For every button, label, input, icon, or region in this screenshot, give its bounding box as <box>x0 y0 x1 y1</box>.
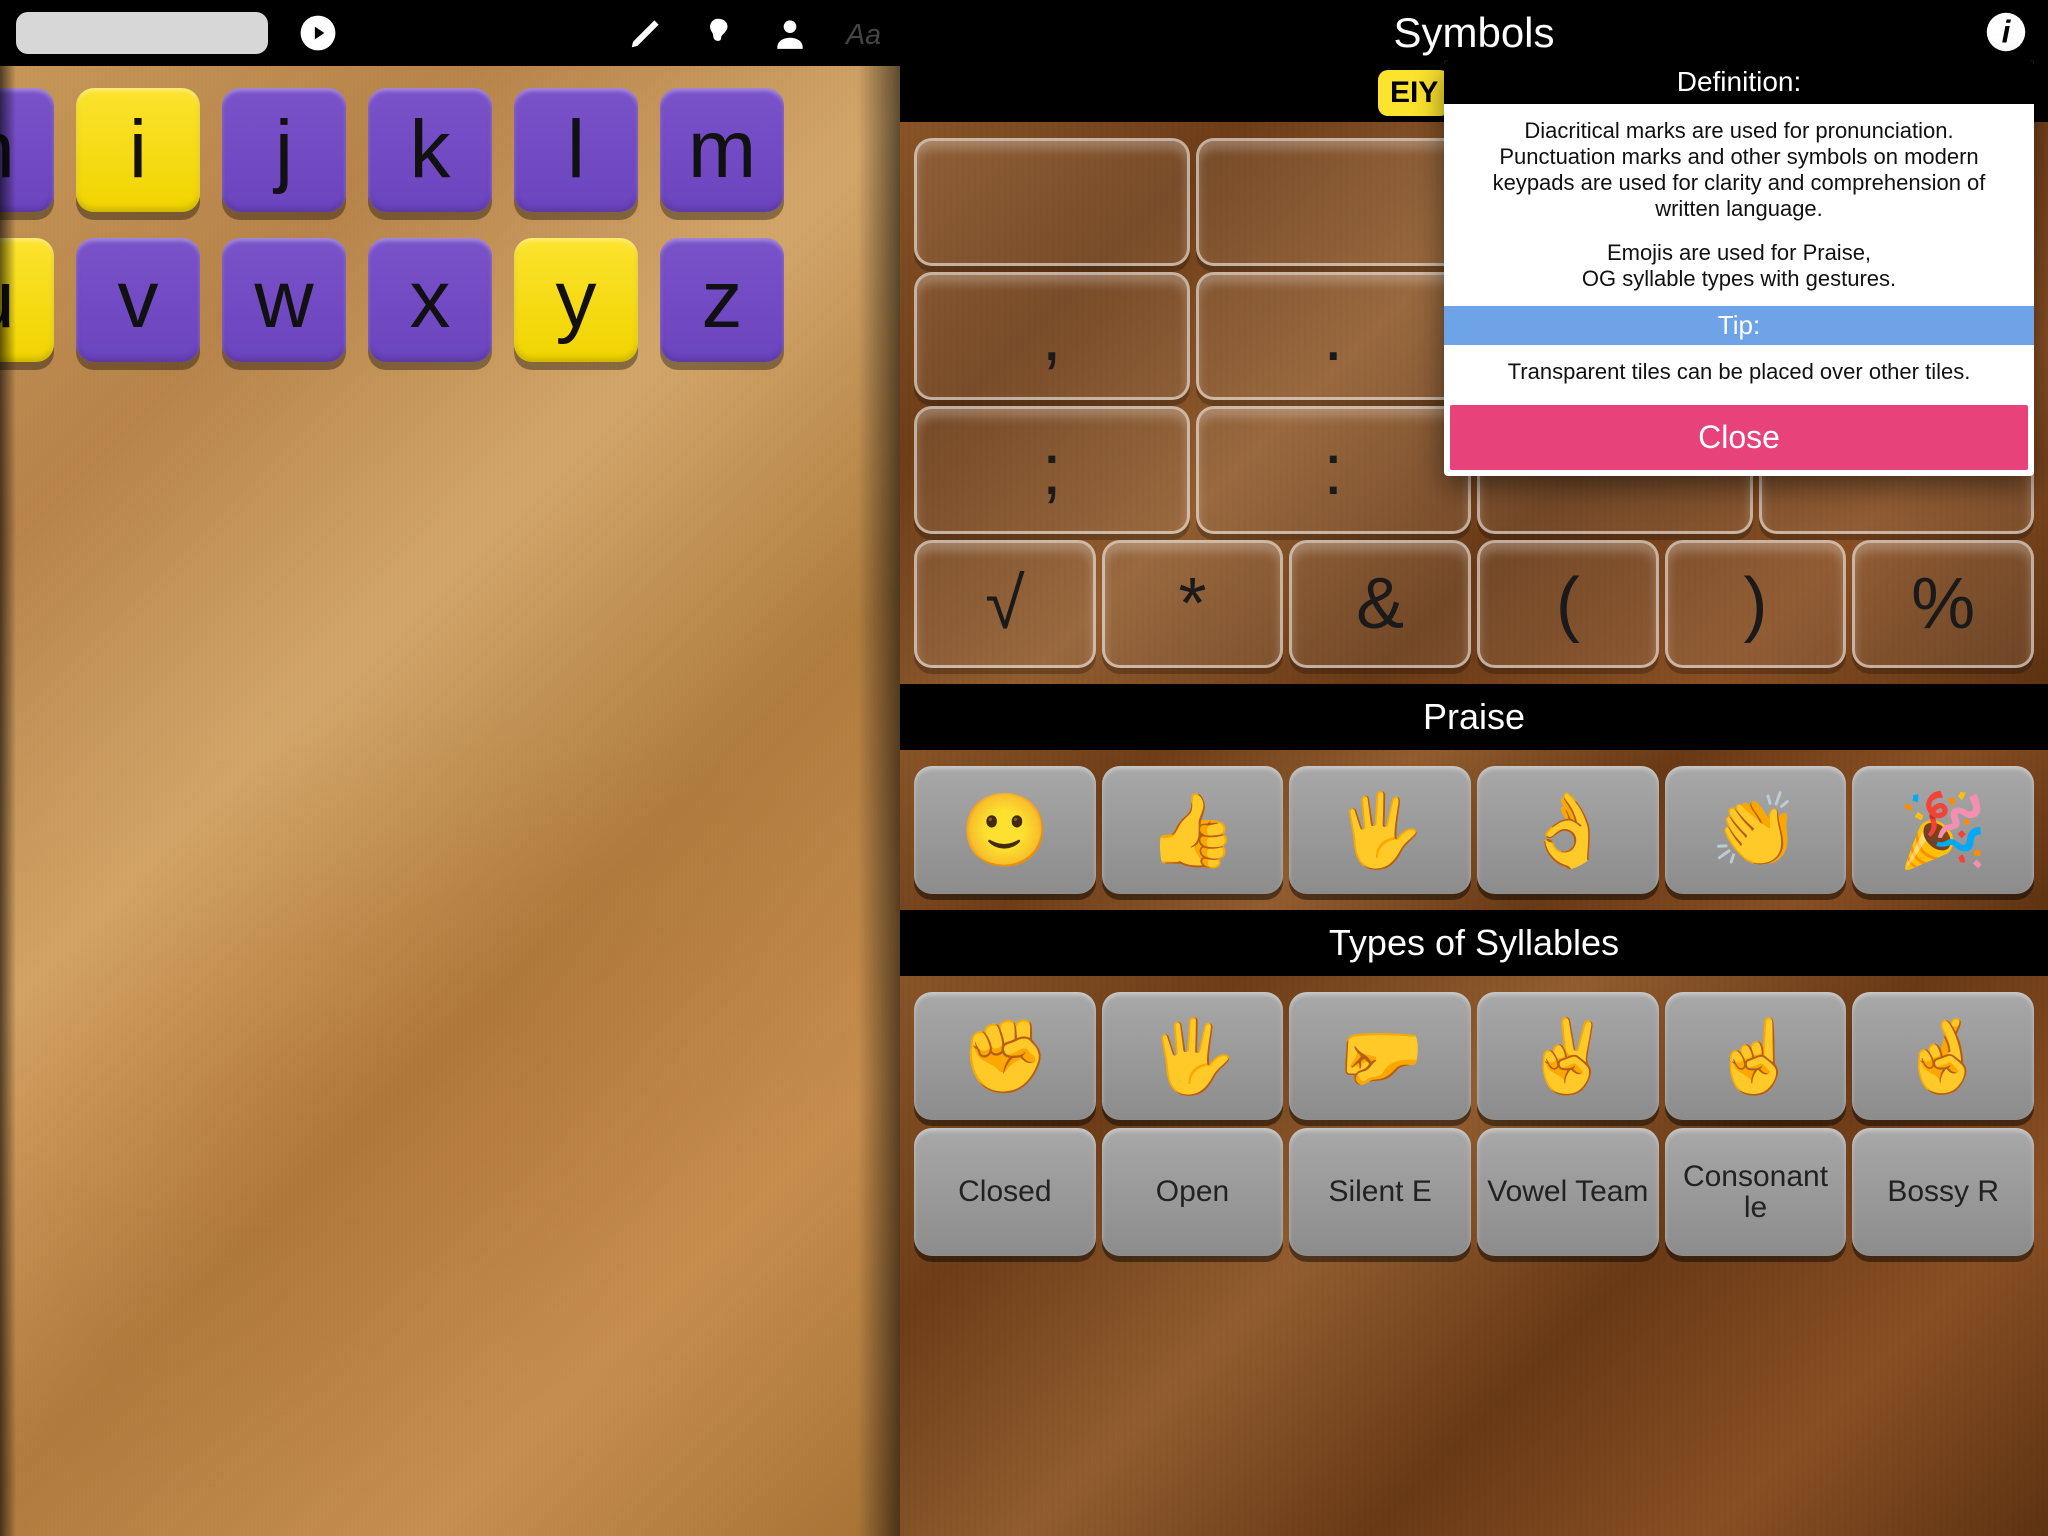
popup-tip-body: Transparent tiles can be placed over oth… <box>1444 345 2034 399</box>
syllable-label-tile[interactable]: Closed <box>914 1128 1096 1256</box>
section-syllables: Types of Syllables <box>900 910 2048 976</box>
symbol-tile[interactable]: ( <box>1477 540 1659 668</box>
emoji-tile[interactable]: 👍 <box>1102 766 1284 894</box>
symbol-tile[interactable]: , <box>914 272 1190 400</box>
symbol-tile[interactable]: & <box>1289 540 1471 668</box>
emoji-tile[interactable]: ✌️ <box>1477 992 1659 1120</box>
emoji-tile[interactable]: 👌 <box>1477 766 1659 894</box>
toolbar-left: Aa <box>0 0 900 66</box>
svg-text:Aa: Aa <box>844 19 881 51</box>
letter-tile-k[interactable]: k <box>368 88 492 212</box>
letter-tile-h[interactable]: h <box>0 88 54 212</box>
syllable-label-tile[interactable]: Bossy R <box>1852 1128 2034 1256</box>
search-input[interactable] <box>16 12 268 54</box>
syllable-label-tile[interactable]: Silent E <box>1289 1128 1471 1256</box>
symbol-tile[interactable]: % <box>1852 540 2034 668</box>
syllable-label-tile[interactable]: Consonant le <box>1665 1128 1847 1256</box>
symbol-tile[interactable]: . <box>1196 272 1472 400</box>
symbol-tile[interactable] <box>914 138 1190 266</box>
popup-tip-header: Tip: <box>1444 306 2034 345</box>
section-praise: Praise <box>900 684 2048 750</box>
toolbar-right: Symbols i <box>900 0 2048 66</box>
definition-popup: Definition: Diacritical marks are used f… <box>1444 60 2034 476</box>
letter-tile-v[interactable]: v <box>76 238 200 362</box>
ear-icon[interactable] <box>696 11 740 55</box>
font-icon[interactable]: Aa <box>840 11 884 55</box>
syllable-label-tile[interactable]: Vowel Team <box>1477 1128 1659 1256</box>
letter-tile-y[interactable]: y <box>514 238 638 362</box>
tab-eiy[interactable]: EIY <box>1378 70 1450 116</box>
symbol-tile[interactable]: : <box>1196 406 1472 534</box>
pencil-icon[interactable] <box>624 11 668 55</box>
symbol-tile[interactable]: √ <box>914 540 1096 668</box>
letter-tile-l[interactable]: l <box>514 88 638 212</box>
page-title: Symbols <box>1393 9 1554 57</box>
info-icon[interactable]: i <box>1984 10 2028 54</box>
person-icon[interactable] <box>768 11 812 55</box>
emoji-tile[interactable]: 👏 <box>1665 766 1847 894</box>
close-button[interactable]: Close <box>1450 405 2028 470</box>
letter-tile-i[interactable]: i <box>76 88 200 212</box>
symbol-tile[interactable]: * <box>1102 540 1284 668</box>
letter-board: hijklm uvwxyz <box>0 66 900 1536</box>
emoji-tile[interactable]: 🤞 <box>1852 992 2034 1120</box>
praise-board: 🙂👍🖐️👌👏🎉 <box>900 750 2048 910</box>
syllables-board: ✊🖐️🤛✌️☝️🤞 ClosedOpenSilent EVowel TeamCo… <box>900 976 2048 1536</box>
letter-tile-j[interactable]: j <box>222 88 346 212</box>
emoji-tile[interactable]: 🖐️ <box>1289 766 1471 894</box>
emoji-tile[interactable]: 🙂 <box>914 766 1096 894</box>
syllable-label-tile[interactable]: Open <box>1102 1128 1284 1256</box>
symbol-tile[interactable]: ) <box>1665 540 1847 668</box>
letter-tile-m[interactable]: m <box>660 88 784 212</box>
popup-definition-header: Definition: <box>1444 60 2034 104</box>
emoji-tile[interactable]: 🎉 <box>1852 766 2034 894</box>
emoji-tile[interactable]: ✊ <box>914 992 1096 1120</box>
letter-tile-z[interactable]: z <box>660 238 784 362</box>
letter-tile-x[interactable]: x <box>368 238 492 362</box>
symbol-tile[interactable]: ; <box>914 406 1190 534</box>
play-icon[interactable] <box>296 11 340 55</box>
popup-body: Diacritical marks are used for pronuncia… <box>1444 104 2034 306</box>
emoji-tile[interactable]: ☝️ <box>1665 992 1847 1120</box>
letter-tile-u[interactable]: u <box>0 238 54 362</box>
emoji-tile[interactable]: 🤛 <box>1289 992 1471 1120</box>
svg-text:i: i <box>2002 14 2012 50</box>
symbol-tile[interactable] <box>1196 138 1472 266</box>
emoji-tile[interactable]: 🖐️ <box>1102 992 1284 1120</box>
letter-tile-w[interactable]: w <box>222 238 346 362</box>
